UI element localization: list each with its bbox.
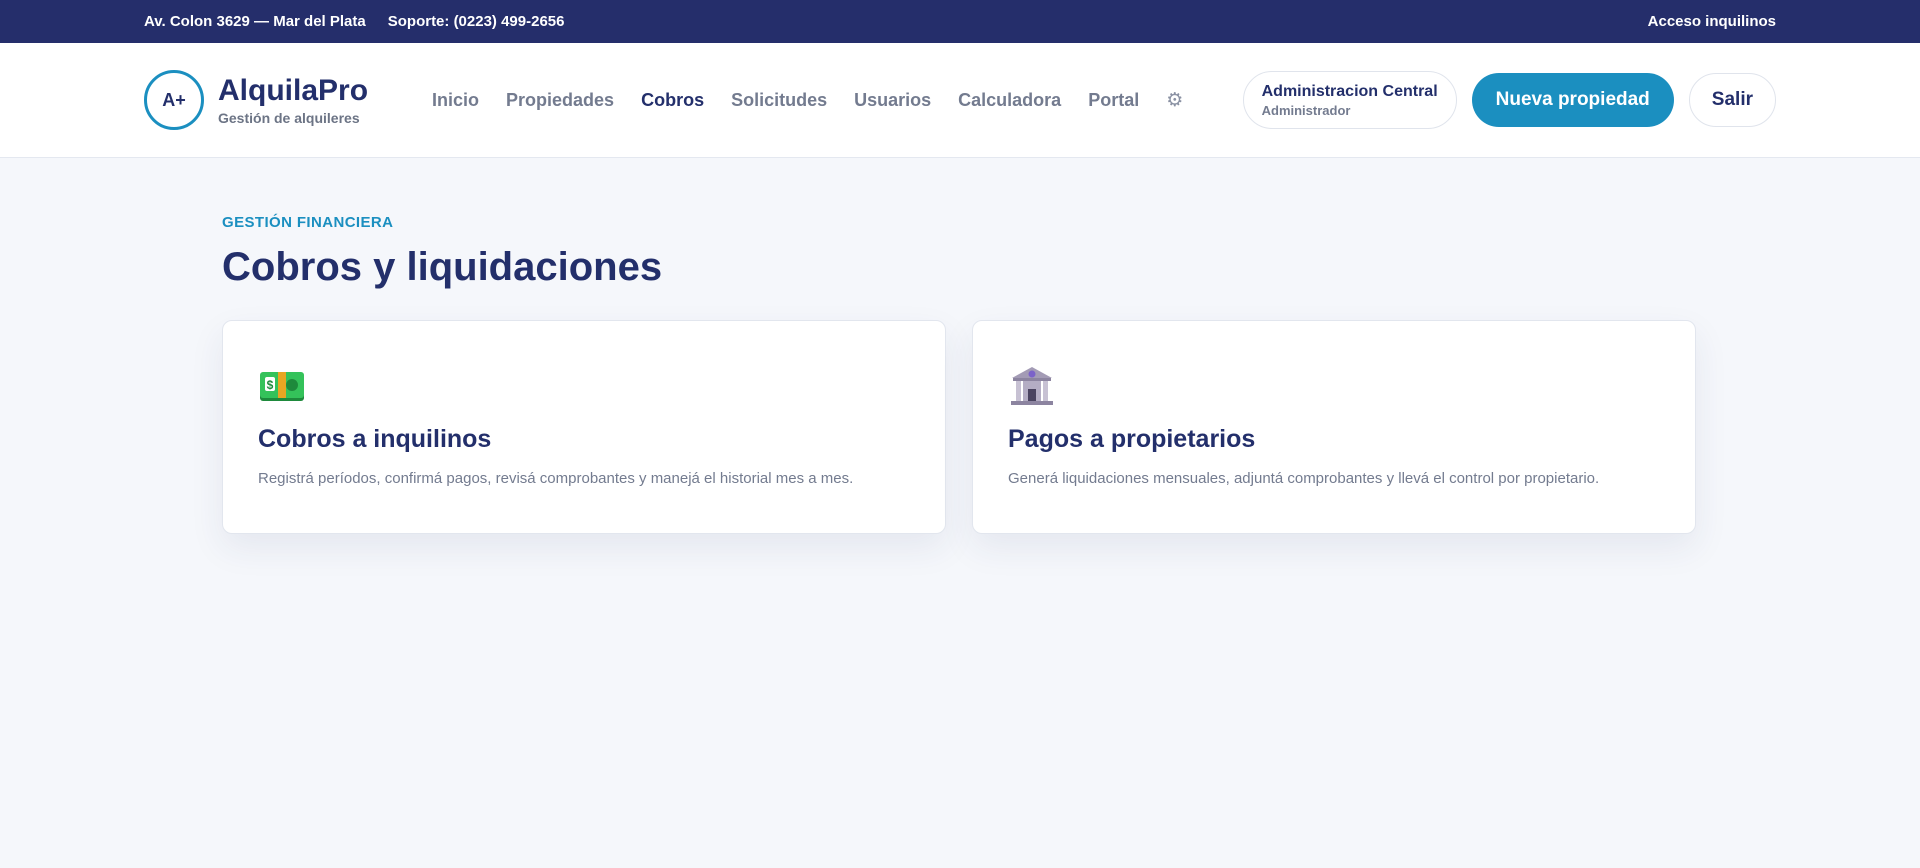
nav-item-propiedades[interactable]: Propiedades <box>506 90 614 111</box>
section-eyebrow: GESTIÓN FINANCIERA <box>222 214 394 231</box>
owner-payments-card[interactable]: Pagos a propietarios Generá liquidacione… <box>972 320 1696 534</box>
user-name: Administracion Central <box>1261 82 1438 100</box>
tenant-access-link[interactable]: Acceso inquilinos <box>1648 13 1776 30</box>
money-banknote-icon: $ <box>260 372 304 401</box>
finance-cards: $ Cobros a inquilinos Registrá períodos,… <box>222 320 1698 534</box>
card-description: Registrá períodos, confirmá pagos, revis… <box>258 470 854 487</box>
nav-item-portal[interactable]: Portal <box>1088 90 1139 111</box>
support-phone: Soporte: (0223) 499-2656 <box>387 13 565 30</box>
bank-building-icon <box>1011 367 1053 405</box>
brand-tagline: Gestión de alquileres <box>218 110 360 126</box>
nav-item-calculadora[interactable]: Calculadora <box>958 90 1061 111</box>
page-title: Cobros y liquidaciones <box>222 245 663 289</box>
nav-item-cobros[interactable]: Cobros <box>641 90 704 111</box>
tenant-collections-card[interactable]: $ Cobros a inquilinos Registrá períodos,… <box>222 320 946 534</box>
card-title: Pagos a propietarios <box>1008 425 1256 453</box>
nav-item-inicio[interactable]: Inicio <box>432 90 479 111</box>
office-address: Av. Colon 3629 — Mar del Plata <box>144 13 366 30</box>
header-actions: Administracion Central Administrador Nue… <box>1242 71 1776 129</box>
brand-logo[interactable]: A+ AlquilaPro Gestión de alquileres <box>144 70 368 130</box>
main-content: GESTIÓN FINANCIERA Cobros y liquidacione… <box>0 158 1920 534</box>
brand-text: AlquilaPro Gestión de alquileres <box>218 74 368 126</box>
card-title: Cobros a inquilinos <box>258 425 492 453</box>
svg-text:$: $ <box>267 378 274 392</box>
user-menu[interactable]: Administracion Central Administrador <box>1242 71 1457 129</box>
brand-mark-icon: A+ <box>144 70 204 130</box>
top-info-bar: Av. Colon 3629 — Mar del Plata Soporte: … <box>0 0 1920 43</box>
main-header: A+ AlquilaPro Gestión de alquileres Inic… <box>0 43 1920 158</box>
card-description: Generá liquidaciones mensuales, adjuntá … <box>1008 470 1600 487</box>
contact-info: Av. Colon 3629 — Mar del Plata Soporte: … <box>144 13 564 30</box>
new-property-button[interactable]: Nueva propiedad <box>1471 73 1674 127</box>
main-nav: Inicio Propiedades Cobros Solicitudes Us… <box>432 89 1183 112</box>
brand-name: AlquilaPro <box>218 74 369 107</box>
gear-icon[interactable]: ⚙ <box>1166 89 1183 112</box>
nav-item-solicitudes[interactable]: Solicitudes <box>731 90 827 111</box>
nav-item-usuarios[interactable]: Usuarios <box>854 90 931 111</box>
user-role: Administrador <box>1261 102 1351 118</box>
logout-button[interactable]: Salir <box>1688 73 1776 127</box>
